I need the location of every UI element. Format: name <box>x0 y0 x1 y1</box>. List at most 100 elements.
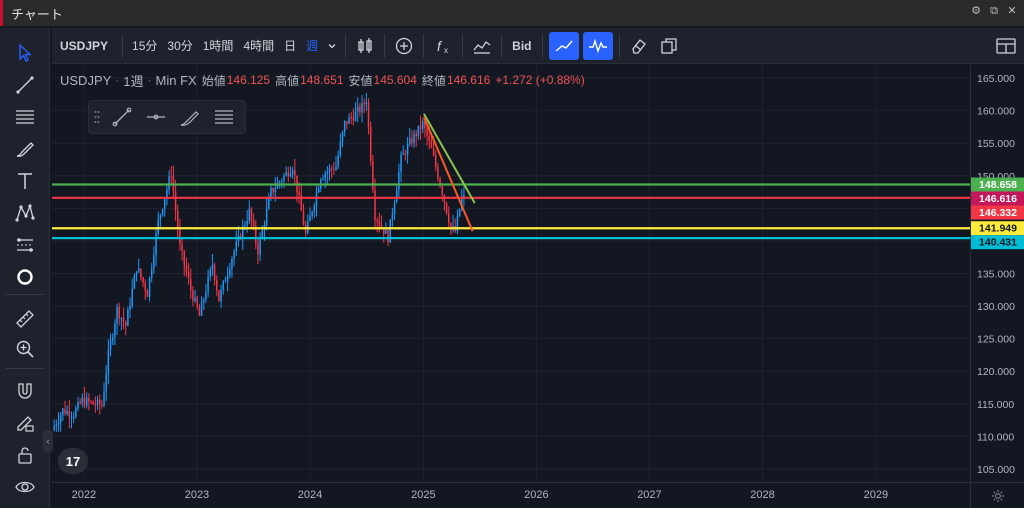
candle-body <box>426 128 428 137</box>
candle-body <box>339 141 342 156</box>
axis-settings-gear-icon[interactable] <box>970 482 1024 508</box>
candle-body <box>55 424 58 427</box>
candle <box>411 130 413 147</box>
candle <box>406 136 409 164</box>
toolbar-divider <box>6 368 44 369</box>
candle-body <box>450 223 452 228</box>
candle <box>129 297 131 318</box>
settings-icon[interactable]: ⚙ <box>970 5 982 17</box>
drag-handle-icon[interactable] <box>89 105 105 129</box>
time-tick-label: 2027 <box>637 489 661 501</box>
line-tool-icon[interactable] <box>12 72 38 98</box>
candle-body <box>385 230 387 234</box>
cursor-arrow-icon[interactable] <box>12 40 38 66</box>
horizontal-levels <box>52 183 970 240</box>
candle-body <box>432 147 435 156</box>
candle-body <box>68 411 71 417</box>
price-axis[interactable]: 105.000 110.000 115.000 120.000 125.000 130.0… <box>970 65 1024 482</box>
interval-day-button[interactable]: 日 <box>279 32 301 60</box>
candle-body <box>265 208 268 226</box>
fib-retracement-icon[interactable] <box>12 104 38 130</box>
indicators-fx-icon[interactable]: fx <box>428 32 458 60</box>
interval-1h-button[interactable]: 1時間 <box>198 32 239 60</box>
candle-body <box>150 268 153 278</box>
legend-open-label: 始値 <box>201 73 226 88</box>
interval-30m-button[interactable]: 30分 <box>162 32 197 60</box>
candle <box>400 151 402 183</box>
text-tool-icon[interactable] <box>12 168 38 194</box>
candle-body <box>278 182 281 184</box>
candle-body <box>59 415 62 423</box>
lock-icon[interactable] <box>12 442 38 468</box>
popout-icon[interactable]: ⧉ <box>988 5 1000 17</box>
time-axis[interactable]: 2022 2023 2024 2025 2026 2027 2028 2029 <box>52 482 970 508</box>
price-level-badges: 148.658 146.616 146.332 141.949 140.431 <box>971 177 1024 250</box>
collapse-toolbar-handle[interactable]: ‹ <box>43 430 53 452</box>
trend-line-icon[interactable] <box>105 102 139 132</box>
layout-panel-icon[interactable] <box>992 32 1020 60</box>
candle-body <box>400 154 402 172</box>
candle <box>265 198 268 231</box>
interval-15m-button[interactable]: 15分 <box>127 32 162 60</box>
candle <box>224 276 227 283</box>
candle-body <box>244 225 246 227</box>
templates-chart-icon[interactable] <box>467 32 497 60</box>
candle <box>369 121 372 166</box>
candle-body <box>374 190 376 221</box>
symbol-search-button[interactable]: USDJPY <box>52 32 118 60</box>
legend-source: Min FX <box>155 72 197 88</box>
candle-body <box>64 408 66 414</box>
candle-body <box>346 120 348 124</box>
candle <box>220 284 222 308</box>
prediction-tool-icon[interactable] <box>12 232 38 258</box>
candle-body <box>198 307 201 316</box>
time-tick-label: 2022 <box>72 489 96 501</box>
pattern-tool-icon[interactable] <box>12 200 38 226</box>
close-icon[interactable]: ✕ <box>1006 5 1018 17</box>
candle-body <box>404 153 407 155</box>
candle-body <box>101 404 103 406</box>
eye-visibility-icon[interactable] <box>12 474 38 500</box>
copy-windows-icon[interactable] <box>654 32 684 60</box>
horizontal-line-icon[interactable] <box>139 102 173 132</box>
circle-tool-icon[interactable] <box>12 264 38 290</box>
candle-body <box>157 219 159 234</box>
lock-drawing-pencil-icon[interactable] <box>12 410 38 436</box>
candle <box>105 365 107 402</box>
zoom-in-icon[interactable] <box>12 336 38 362</box>
candle <box>92 400 94 405</box>
price-type-button[interactable]: Bid <box>506 32 537 60</box>
fib-lines-icon[interactable] <box>207 102 241 132</box>
candle <box>62 407 64 422</box>
candle-body <box>146 290 149 297</box>
eraser-icon[interactable] <box>624 32 654 60</box>
candle <box>335 156 337 172</box>
candle-body <box>434 155 437 167</box>
legend-symbol: USDJPY <box>60 72 112 88</box>
candle-body <box>116 306 118 324</box>
price-tick-labels: 105.000 110.000 115.000 120.000 125.000 130.0… <box>977 73 1015 476</box>
candle-body <box>103 391 105 406</box>
price-tick-label: 165.000 <box>977 73 1015 85</box>
compare-add-icon[interactable] <box>389 32 419 60</box>
trend-line-tool-icon[interactable] <box>548 31 579 60</box>
candle-type-icon[interactable] <box>350 32 380 60</box>
candle-body <box>109 340 112 351</box>
interval-week-button[interactable]: 週 <box>301 32 323 60</box>
candle <box>272 187 274 197</box>
candle-body <box>220 289 222 302</box>
candle <box>94 396 97 413</box>
candle-body <box>70 416 73 418</box>
candle <box>395 183 398 203</box>
brush-draw-icon[interactable] <box>173 102 207 132</box>
magnet-icon[interactable] <box>12 378 38 404</box>
interval-dropdown-chevron-icon[interactable] <box>323 32 341 60</box>
brush-icon[interactable] <box>12 136 38 162</box>
candle-body <box>268 198 270 209</box>
candle-body <box>361 103 363 113</box>
candle <box>233 248 235 267</box>
interval-4h-button[interactable]: 4時間 <box>238 32 279 60</box>
ruler-icon[interactable] <box>12 306 38 332</box>
pulse-line-tool-icon[interactable] <box>582 31 613 60</box>
candle-body <box>187 272 190 279</box>
